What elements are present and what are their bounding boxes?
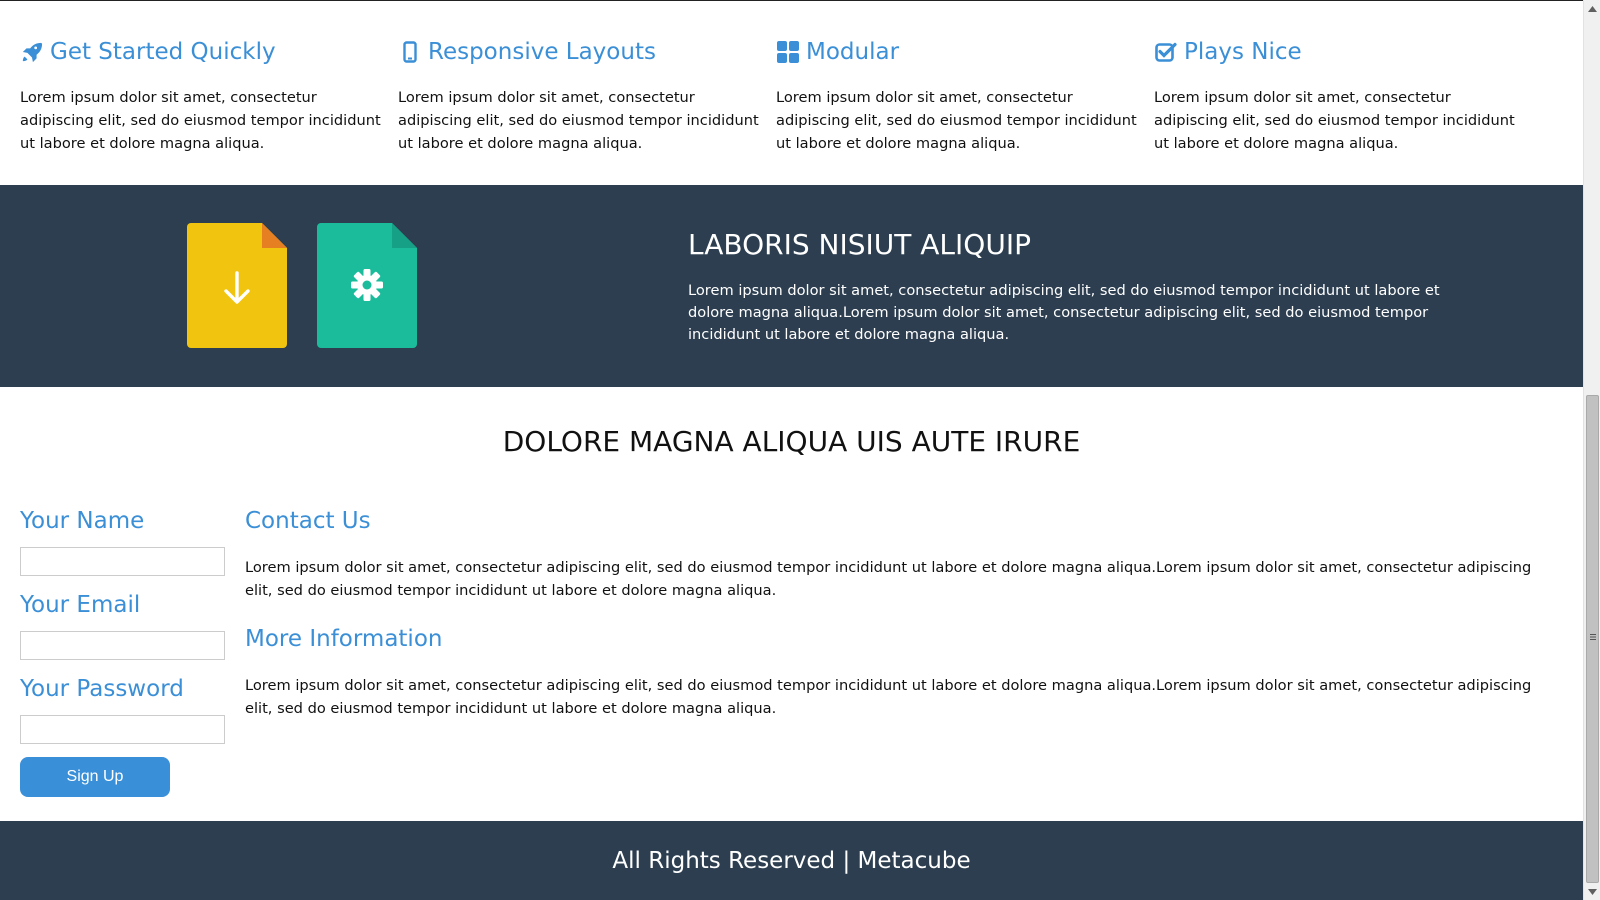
more-info-title: More Information — [245, 626, 443, 652]
download-file-icon — [187, 223, 287, 348]
feature-title: Modular — [776, 36, 1148, 68]
band-title: LABORIS NISIUT ALIQUIP — [688, 228, 1031, 261]
feature-title: Responsive Layouts — [398, 36, 770, 68]
feature-text: Lorem ipsum dolor sit amet, consectetur … — [776, 89, 1137, 152]
feature-title-text: Get Started Quickly — [50, 39, 276, 65]
footer-text: All Rights Reserved | Metacube — [612, 848, 971, 874]
sign-up-button[interactable]: Sign Up — [20, 757, 170, 797]
band-text: Lorem ipsum dolor sit amet, consectetur … — [688, 282, 1440, 343]
footer: All Rights Reserved | Metacube — [0, 821, 1583, 900]
contact-text: Lorem ipsum dolor sit amet, consectetur … — [245, 559, 1532, 599]
grid-icon — [776, 40, 800, 64]
feature-text: Lorem ipsum dolor sit amet, consectetur … — [398, 89, 759, 152]
password-label: Your Password — [20, 676, 184, 702]
name-input[interactable] — [20, 547, 225, 576]
feature-text: Lorem ipsum dolor sit amet, consectetur … — [20, 89, 381, 152]
feature-title-text: Modular — [806, 39, 900, 65]
features-row: Get Started Quickly Lorem ipsum dolor si… — [20, 36, 1560, 155]
signup-form: Your Name Your Email Your Password Sign … — [20, 505, 225, 797]
name-label: Your Name — [20, 508, 145, 534]
top-divider — [0, 0, 1583, 1]
section-title: DOLORE MAGNA ALIQUA UIS AUTE IRURE — [502, 425, 1081, 458]
feature-title: Plays Nice — [1154, 36, 1526, 68]
feature-title: Get Started Quickly — [20, 36, 392, 68]
email-label: Your Email — [20, 592, 141, 618]
scroll-down-arrow-icon[interactable] — [1584, 883, 1600, 900]
mobile-icon — [398, 40, 422, 64]
feature-responsive: Responsive Layouts Lorem ipsum dolor sit… — [398, 36, 776, 155]
vertical-scrollbar[interactable] — [1583, 0, 1600, 900]
contact-title: Contact Us — [245, 508, 371, 534]
rocket-icon — [20, 40, 44, 64]
check-square-icon — [1154, 40, 1178, 64]
feature-text: Lorem ipsum dolor sit amet, consectetur … — [1154, 89, 1515, 152]
scroll-thumb[interactable] — [1586, 395, 1599, 883]
more-info-text: Lorem ipsum dolor sit amet, consectetur … — [245, 677, 1532, 717]
feature-title-text: Responsive Layouts — [428, 39, 656, 65]
settings-file-icon — [317, 223, 417, 348]
promo-band: LABORIS NISIUT ALIQUIP Lorem ipsum dolor… — [0, 185, 1583, 387]
password-input[interactable] — [20, 715, 225, 744]
scroll-grip-icon — [1590, 634, 1596, 640]
email-input[interactable] — [20, 631, 225, 660]
contact-info: Contact Us Lorem ipsum dolor sit amet, c… — [245, 505, 1545, 720]
page: Get Started Quickly Lorem ipsum dolor si… — [0, 0, 1583, 900]
feature-plays-nice: Plays Nice Lorem ipsum dolor sit amet, c… — [1154, 36, 1532, 155]
feature-get-started: Get Started Quickly Lorem ipsum dolor si… — [20, 36, 398, 155]
scroll-up-arrow-icon[interactable] — [1584, 0, 1600, 17]
feature-modular: Modular Lorem ipsum dolor sit amet, cons… — [776, 36, 1154, 155]
feature-title-text: Plays Nice — [1184, 39, 1302, 65]
